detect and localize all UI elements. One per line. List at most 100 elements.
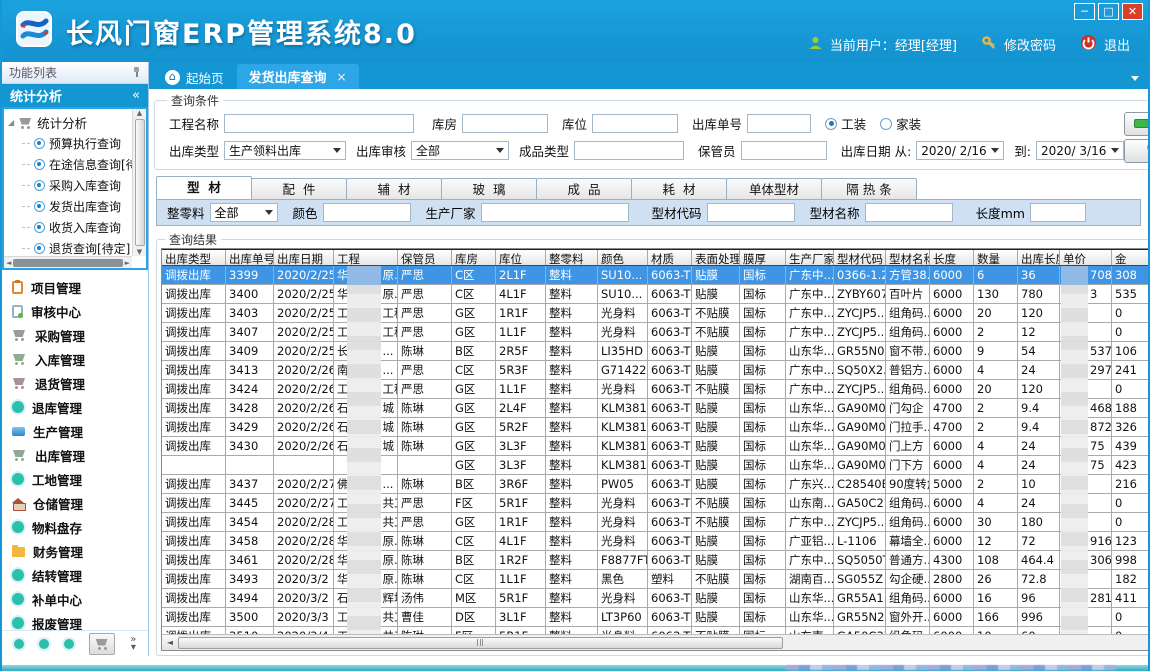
sidebar-module[interactable]: 退货管理 xyxy=(12,371,148,395)
cell[interactable]: 30 xyxy=(974,513,1018,531)
cell[interactable]: 308 xyxy=(1112,266,1150,284)
cell[interactable]: 36 xyxy=(1018,266,1060,284)
cell[interactable]: G区 xyxy=(452,437,496,455)
cell[interactable]: 整料 xyxy=(546,627,598,634)
table-row[interactable]: 调拨出库34242020/2/26工工程严思G区1L1F整料光身料6063-T5… xyxy=(162,380,1150,399)
cell[interactable]: 山东华... xyxy=(786,589,834,607)
cell[interactable]: 贴膜 xyxy=(692,361,740,379)
table-row[interactable]: G区3L3F整料KLM38176063-T5贴膜国标山东华...GA90M09.… xyxy=(162,456,1150,475)
cell[interactable]: 门拉手... xyxy=(886,418,930,436)
cell[interactable]: 10 xyxy=(974,627,1018,634)
warehouse-input[interactable] xyxy=(462,114,548,133)
cell[interactable]: 6000 xyxy=(930,513,974,531)
cell[interactable]: 国标 xyxy=(740,418,786,436)
cell[interactable]: 整料 xyxy=(546,551,598,569)
cell[interactable]: 3L3F xyxy=(496,437,546,455)
table-row[interactable]: 调拨出库34032020/2/25工工程严思G区1R1F整料光身料6063-T5… xyxy=(162,304,1150,323)
cell[interactable]: 6063-T5 xyxy=(648,589,692,607)
cell[interactable]: 10 xyxy=(1018,475,1060,493)
cell[interactable]: 3403 xyxy=(226,304,274,322)
cell[interactable]: 不贴膜 xyxy=(692,494,740,512)
cell[interactable]: C区 xyxy=(452,532,496,550)
cell[interactable] xyxy=(398,456,452,474)
cell[interactable]: 2020/2/27 xyxy=(274,494,334,512)
cell[interactable]: 2020/2/25 xyxy=(274,285,334,303)
cell[interactable]: 4L1F xyxy=(496,532,546,550)
cell[interactable]: 2800 xyxy=(930,570,974,588)
cell[interactable]: 整料 xyxy=(546,266,598,284)
cell[interactable]: 3428 xyxy=(226,399,274,417)
sidebar-module[interactable]: 生产管理 xyxy=(12,419,148,443)
cell[interactable]: 5R1F xyxy=(496,589,546,607)
column-header[interactable]: 数量 xyxy=(974,250,1018,265)
cell[interactable]: 439 xyxy=(1112,437,1150,455)
table-row[interactable]: 调拨出库34612020/2/28华原...陈琳B区1R2F整料F8877FT6… xyxy=(162,551,1150,570)
cell[interactable]: KLM3817 xyxy=(598,456,648,474)
table-row[interactable]: 调拨出库34002020/2/25华原...严思C区4L1F整料SU10...6… xyxy=(162,285,1150,304)
cell[interactable]: 塑料 xyxy=(648,570,692,588)
cell[interactable]: 广东中... xyxy=(786,551,834,569)
keeper-input[interactable] xyxy=(741,141,827,160)
cell[interactable]: PW05 xyxy=(598,475,648,493)
cell[interactable]: 2020/2/26 xyxy=(274,437,334,455)
scroll-down-icon[interactable]: ▼ xyxy=(137,248,142,256)
grid-horizontal-scrollbar[interactable]: ◄ ► xyxy=(162,634,1150,650)
cell[interactable]: 国标 xyxy=(740,608,786,626)
change-password-link[interactable]: 修改密码 xyxy=(1004,35,1056,54)
cell[interactable]: 0 xyxy=(1112,608,1150,626)
cell[interactable]: 严思 xyxy=(398,513,452,531)
cell[interactable]: 1R1F xyxy=(496,304,546,322)
table-row[interactable]: 调拨出库34282020/2/26石城陈琳G区2L4F整料KLM38176063… xyxy=(162,399,1150,418)
cell[interactable]: 国标 xyxy=(740,266,786,284)
cell[interactable]: 光身料 xyxy=(598,494,648,512)
cell[interactable]: 6063-T5 xyxy=(648,437,692,455)
cell[interactable]: 4700 xyxy=(930,418,974,436)
column-header[interactable]: 工程 xyxy=(334,250,398,265)
column-header[interactable]: 出库单号 xyxy=(226,250,274,265)
tree-item[interactable]: 发货出库查询 xyxy=(8,196,144,217)
cell[interactable]: 6000 xyxy=(930,342,974,360)
cell[interactable]: 6063-T5 xyxy=(648,475,692,493)
cell[interactable]: LI35HD xyxy=(598,342,648,360)
cell[interactable]: 9.4 xyxy=(1018,399,1060,417)
cell[interactable]: 调拨出库 xyxy=(162,551,226,569)
cell[interactable]: 调拨出库 xyxy=(162,494,226,512)
cell[interactable]: 国标 xyxy=(740,342,786,360)
cell[interactable]: 1L1F xyxy=(496,570,546,588)
material-tab[interactable]: 型 材 xyxy=(156,176,252,199)
cell[interactable]: 24 xyxy=(1018,361,1060,379)
cell[interactable]: 国标 xyxy=(740,532,786,550)
table-row[interactable]: 调拨出库34302020/2/26石城陈琳G区3L3F整料KLM38176063… xyxy=(162,437,1150,456)
cell[interactable]: 调拨出库 xyxy=(162,532,226,550)
cell[interactable]: 1L1F xyxy=(496,380,546,398)
tree-item[interactable]: 预算执行查询 xyxy=(8,133,144,154)
logout-button[interactable]: 退出 xyxy=(1104,35,1130,54)
more-modules-button[interactable]: » ▾ xyxy=(130,636,136,652)
cell[interactable]: 24 xyxy=(1018,456,1060,474)
cell[interactable]: 2020/2/25 xyxy=(274,266,334,284)
cell[interactable]: 0 xyxy=(1112,513,1150,531)
cell[interactable]: 6000 xyxy=(930,627,974,634)
sidebar-module[interactable]: 出库管理 xyxy=(12,443,148,467)
cell[interactable]: 汤伟 xyxy=(398,589,452,607)
cell[interactable]: 组角码... xyxy=(886,304,930,322)
cell[interactable]: 3400 xyxy=(226,285,274,303)
column-header[interactable]: 材质 xyxy=(648,250,692,265)
cell[interactable]: 贴膜 xyxy=(692,285,740,303)
column-header[interactable]: 型材名称 xyxy=(886,250,930,265)
cell[interactable]: 3424 xyxy=(226,380,274,398)
cell[interactable]: 山东华... xyxy=(786,342,834,360)
clear-conditions-button[interactable]: 清空条件 xyxy=(1124,112,1150,136)
cell[interactable]: B区 xyxy=(452,551,496,569)
cell[interactable]: 4 xyxy=(974,494,1018,512)
cell[interactable]: 2020/2/25 xyxy=(274,323,334,341)
cell[interactable]: 4 xyxy=(974,456,1018,474)
cell[interactable]: 6000 xyxy=(930,437,974,455)
cell[interactable]: 2020/2/28 xyxy=(274,513,334,531)
cell[interactable]: 96 xyxy=(1018,589,1060,607)
cell[interactable]: 120 xyxy=(1018,380,1060,398)
cell[interactable]: 国标 xyxy=(740,361,786,379)
cell[interactable]: LT3P60 xyxy=(598,608,648,626)
cell[interactable]: 3R6F xyxy=(496,475,546,493)
cell[interactable]: 陈琳 xyxy=(398,437,452,455)
